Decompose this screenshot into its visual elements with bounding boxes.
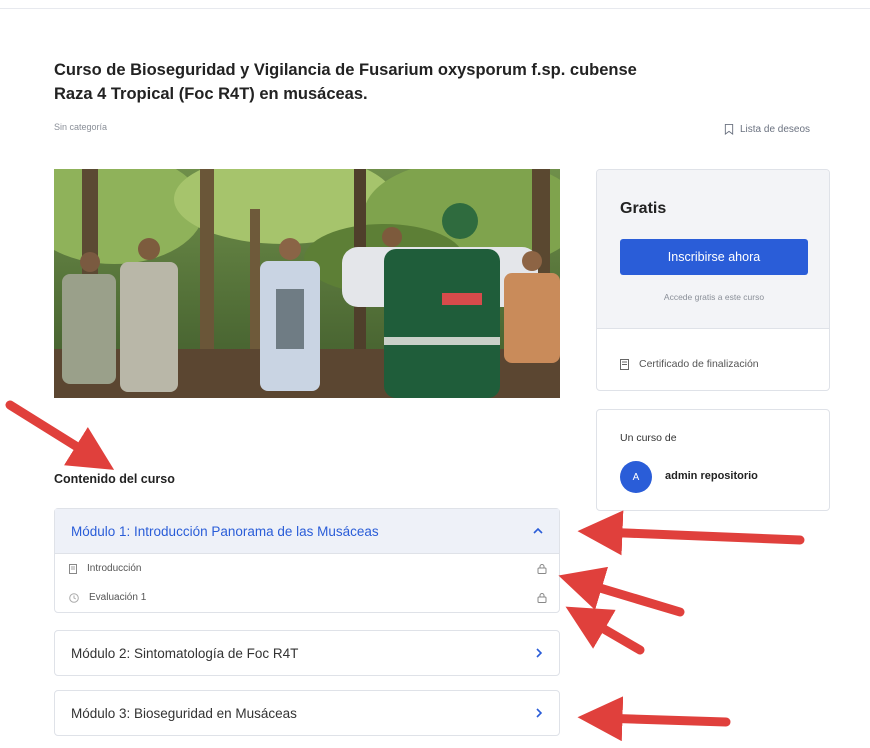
pricing-card: Gratis Inscribirse ahora Accede gratis a…: [596, 169, 830, 391]
lesson-label: Evaluación 1: [89, 592, 147, 603]
wishlist-button[interactable]: Lista de deseos: [724, 124, 810, 135]
module-3-title: Módulo 3: Bioseguridad en Musáceas: [71, 705, 297, 721]
lock-icon: [537, 564, 547, 574]
lesson-label: Introducción: [87, 563, 142, 574]
free-access-note: Accede gratis a este curso: [663, 292, 765, 302]
instructor-by-label: Un curso de: [620, 432, 677, 444]
price-label: Gratis: [620, 200, 667, 217]
chevron-up-icon: [533, 527, 543, 534]
course-title: Curso de Bioseguridad y Vigilancia de Fu…: [54, 61, 637, 103]
annotation-arrow: [577, 510, 805, 556]
top-divider: [0, 8, 870, 9]
lock-icon: [537, 593, 547, 603]
annotation-arrow: [558, 566, 685, 617]
bookmark-icon: [724, 124, 734, 135]
chevron-right-icon: [536, 708, 543, 718]
course-content-heading: Contenido del curso: [54, 472, 175, 486]
module-2-header[interactable]: Módulo 2: Sintomatología de Foc R4T: [55, 631, 559, 675]
course-cover-image: [54, 169, 560, 398]
wishlist-label: Lista de deseos: [740, 124, 811, 135]
certificate-label: Certificado de finalización: [639, 358, 759, 370]
lesson-item[interactable]: Evaluación 1: [55, 583, 559, 612]
module-3: Módulo 3: Bioseguridad en Musáceas: [54, 690, 560, 736]
lesson-item[interactable]: Introducción: [55, 554, 559, 583]
pricing-card-header: Gratis Inscribirse ahora Accede gratis a…: [597, 170, 829, 329]
certificate-icon: [620, 358, 629, 370]
instructor-card: Un curso de A admin repositorio: [596, 409, 830, 511]
module-1-header[interactable]: Módulo 1: Introducción Panorama de las M…: [55, 509, 559, 554]
instructor-name[interactable]: admin repositorio: [665, 470, 758, 482]
module-1-title: Módulo 1: Introducción Panorama de las M…: [71, 523, 379, 539]
clock-icon: [69, 592, 79, 603]
avatar[interactable]: A: [620, 461, 652, 493]
module-1: Módulo 1: Introducción Panorama de las M…: [54, 508, 560, 613]
annotation-arrow: [577, 696, 731, 742]
annotation-arrow: [565, 606, 645, 655]
document-icon: [69, 563, 77, 574]
course-category[interactable]: Sin categoría: [54, 122, 107, 132]
certificate-info: Certificado de finalización: [620, 358, 759, 370]
annotation-arrow: [5, 400, 115, 470]
chevron-right-icon: [536, 648, 543, 658]
module-2-title: Módulo 2: Sintomatología de Foc R4T: [71, 645, 299, 661]
module-3-header[interactable]: Módulo 3: Bioseguridad en Musáceas: [55, 691, 559, 735]
enroll-button[interactable]: Inscribirse ahora: [620, 239, 808, 275]
module-2: Módulo 2: Sintomatología de Foc R4T: [54, 630, 560, 676]
